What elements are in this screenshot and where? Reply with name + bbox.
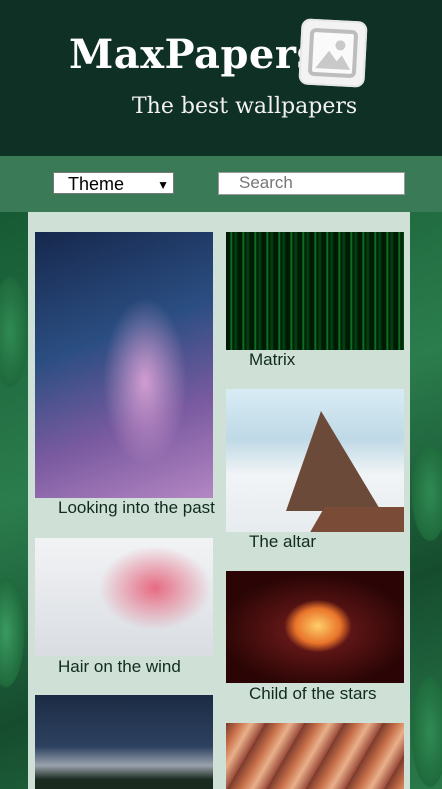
brand-title[interactable]: MaxPapers	[69, 31, 319, 78]
theme-select[interactable]: Theme ▼	[53, 172, 174, 194]
wallpaper-thumbnail-canyon[interactable]	[226, 723, 404, 789]
wallpaper-caption[interactable]: Hair on the wind	[58, 657, 181, 677]
wallpaper-thumbnail-matrix[interactable]	[226, 232, 404, 350]
logo-frame	[307, 27, 359, 79]
wallpaper-thumbnail-looking-into-the-past[interactable]	[35, 232, 213, 498]
image-icon[interactable]	[298, 18, 368, 88]
chevron-down-icon: ▼	[157, 178, 169, 192]
wallpaper-caption[interactable]: The altar	[249, 532, 316, 552]
wallpaper-thumbnail-mountain[interactable]	[35, 695, 213, 789]
altar-rock	[286, 411, 381, 511]
site-header: MaxPapers The best wallpapers	[0, 0, 442, 156]
wallpaper-caption[interactable]: Matrix	[249, 350, 295, 370]
search-placeholder: Search	[239, 173, 293, 192]
search-input[interactable]: Search	[218, 172, 405, 195]
mountain-icon	[315, 40, 351, 70]
wallpaper-caption[interactable]: Looking into the past	[58, 498, 215, 518]
brand-subtitle: The best wallpapers	[132, 94, 358, 119]
wallpaper-thumbnail-the-altar[interactable]	[226, 389, 404, 532]
wallpaper-thumbnail-child-of-the-stars[interactable]	[226, 571, 404, 683]
theme-select-value: Theme	[68, 174, 125, 194]
wallpaper-caption[interactable]: Child of the stars	[249, 684, 377, 704]
wallpaper-thumbnail-hair-on-the-wind[interactable]	[35, 538, 213, 656]
altar-ground	[307, 507, 404, 532]
